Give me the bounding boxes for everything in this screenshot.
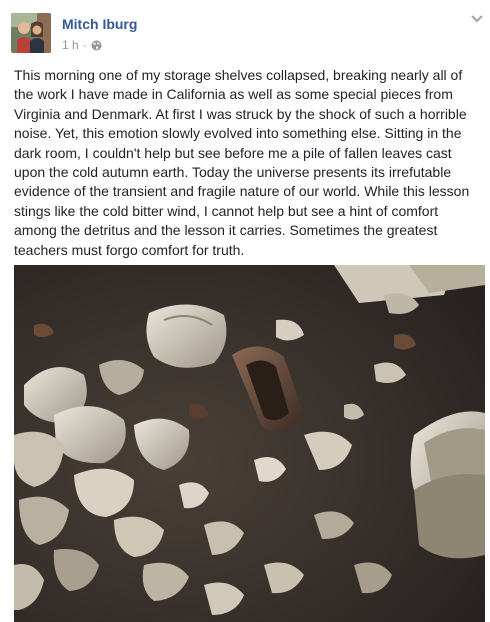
post-timestamp[interactable]: 1 h	[62, 38, 79, 52]
avatar[interactable]	[11, 13, 51, 53]
post-photo[interactable]	[14, 265, 485, 622]
globe-icon[interactable]	[91, 40, 102, 51]
meta-separator: ·	[82, 38, 87, 52]
post-header: Mitch Iburg 1 h ·	[0, 0, 490, 62]
author-name[interactable]: Mitch Iburg	[62, 16, 137, 32]
chevron-down-icon[interactable]	[469, 12, 485, 26]
post-card: Mitch Iburg 1 h · This morning one of my…	[0, 0, 490, 622]
post-meta: 1 h ·	[62, 38, 102, 52]
post-text: This morning one of my storage shelves c…	[14, 67, 470, 258]
